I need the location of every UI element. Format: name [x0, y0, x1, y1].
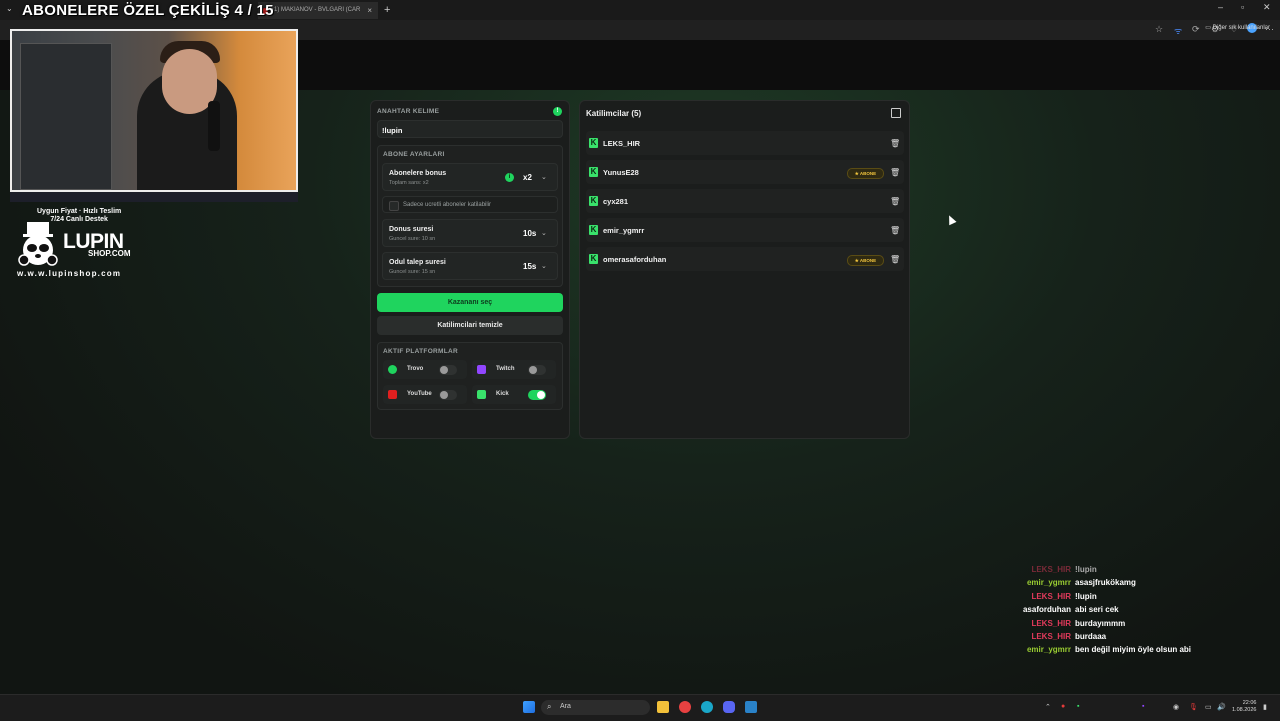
chevron-down-icon[interactable]: ⌄: [541, 262, 547, 270]
kick-icon: [477, 390, 486, 399]
clear-participants-button[interactable]: Katilimcilari temizle: [377, 316, 563, 335]
search-icon: ⌕: [547, 702, 552, 711]
participant-row: K emir_ygmrr 🗑: [586, 218, 904, 242]
trovo-toggle[interactable]: [439, 365, 457, 375]
chevron-down-icon[interactable]: ⌄: [541, 173, 547, 181]
kick-icon: K: [589, 138, 598, 148]
info-icon[interactable]: !: [553, 107, 562, 116]
spin-duration-row: Donus suresi Guncel sure: 10 sn 10s ⌄: [382, 219, 558, 247]
chat-message: emir_ygmrr asasjfrukökamg: [1026, 578, 1136, 588]
chat-message: LEKS_HIR !lupin: [1031, 565, 1097, 574]
keyword-input[interactable]: !lupin: [377, 120, 563, 138]
shelf-image: [20, 43, 112, 190]
kick-icon: K: [589, 254, 598, 264]
microphone: [208, 101, 220, 151]
platform-trovo: Trovo: [383, 360, 467, 379]
notification-icon[interactable]: ▮: [1263, 703, 1267, 711]
new-tab-button[interactable]: +: [380, 2, 396, 19]
discord-icon[interactable]: [723, 701, 735, 713]
trash-icon[interactable]: 🗑: [890, 226, 900, 235]
twitch-toggle[interactable]: [528, 365, 546, 375]
tray-app-icon[interactable]: ▪: [1142, 703, 1144, 710]
spin-duration-select[interactable]: 10s: [523, 229, 536, 238]
kick-icon: K: [589, 167, 598, 177]
participant-row: K cyx281 🗑: [586, 189, 904, 213]
webcam-strip: [10, 192, 298, 202]
kick-toggle[interactable]: [528, 390, 546, 400]
kick-icon: K: [589, 196, 598, 206]
chevron-down-icon[interactable]: ⌄: [541, 229, 547, 237]
star-icon[interactable]: ☆: [1155, 24, 1163, 35]
kick-icon: K: [589, 225, 598, 235]
copy-icon[interactable]: [891, 108, 901, 118]
folder-icon: ▭: [1205, 25, 1211, 31]
trash-icon[interactable]: 🗑: [890, 197, 900, 206]
chat-message: asaforduhan abi seri cek: [1022, 605, 1119, 615]
youtube-toggle[interactable]: [439, 390, 457, 400]
volume-icon[interactable]: 🔊: [1217, 703, 1226, 711]
trovo-icon: [388, 365, 397, 374]
chat-message: LEKS_HIR burdaaa: [1031, 632, 1107, 642]
platform-youtube: YouTube: [383, 385, 467, 404]
subscriber-badge: ★ ABONE: [847, 168, 884, 179]
telegram-icon[interactable]: [745, 701, 757, 713]
tab-list-chevron-icon[interactable]: ⌄: [6, 4, 13, 13]
minimize-icon[interactable]: –: [1218, 2, 1223, 12]
close-window-icon[interactable]: ✕: [1263, 2, 1271, 13]
participant-row: K omerasaforduhan ★ ABONE 🗑: [586, 247, 904, 271]
platform-kick: Kick: [472, 385, 556, 404]
paid-only-option[interactable]: Sadece ucretli aboneler katilabilir: [382, 196, 558, 213]
paid-only-checkbox[interactable]: [389, 201, 399, 211]
steam-icon[interactable]: ◉: [1173, 703, 1179, 711]
chat-message: emir_ygmrr ben değil miyim öyle olsun abi: [1026, 645, 1192, 655]
trash-icon[interactable]: 🗑: [890, 255, 900, 264]
tray-chevron-icon[interactable]: ⌃: [1045, 703, 1051, 711]
claim-duration-select[interactable]: 15s: [523, 262, 536, 271]
keyword-label: ANAHTAR KELIME: [377, 108, 440, 115]
pick-winner-button[interactable]: Kazananı seç: [377, 293, 563, 312]
refresh-icon[interactable]: ⟳: [1192, 24, 1200, 35]
sponsor-url: w.w.w.lupinshop.com: [17, 269, 122, 278]
sponsor-brand-sub: SHOP.COM: [88, 249, 131, 258]
platforms-label: AKTIF PLATFORMLAR: [383, 348, 459, 355]
giveaway-overlay-title: ABONELERE ÖZEL ÇEKİLİŞ 4 / 15: [22, 2, 274, 19]
youtube-icon: [388, 390, 397, 399]
chat-message: LEKS_HIR !lupin: [1031, 591, 1097, 601]
mic-icon[interactable]: 🎙: [1189, 703, 1198, 711]
trash-icon[interactable]: 🗑: [890, 168, 900, 177]
read-aloud-icon[interactable]: ᯤ: [1174, 24, 1182, 37]
platform-twitch: Twitch: [472, 360, 556, 379]
claim-duration-row: Odul talep suresi Guncel sure: 15 sn 15s…: [382, 252, 558, 280]
panda-logo-icon: [18, 222, 58, 266]
start-windows-icon[interactable]: [523, 701, 535, 713]
taskbar-search[interactable]: ⌕ Ara: [541, 700, 650, 715]
close-tab-icon[interactable]: ×: [367, 2, 372, 19]
participant-row: K YunusE28 ★ ABONE 🗑: [586, 160, 904, 184]
maximize-icon[interactable]: ▫: [1241, 2, 1244, 12]
subscriber-settings-label: ABONE AYARLARI: [383, 151, 445, 158]
webcam-feed: [10, 29, 298, 192]
bonus-info-icon[interactable]: i: [505, 173, 514, 182]
subscriber-bonus-row: Abonelere bonus Toplam sans: x2 i x2 ⌄: [382, 163, 558, 191]
bonus-select[interactable]: x2: [523, 173, 532, 182]
tray-app-icon[interactable]: ▪: [1077, 703, 1079, 710]
participant-row: K LEKS_HIR 🗑: [586, 131, 904, 155]
browser-tab[interactable]: (1) MAKIANOV - BVLGARI (CAR MUSIC) ×: [258, 2, 378, 30]
chrome-icon[interactable]: [679, 701, 691, 713]
participants-title: Katilimcilar (5): [586, 109, 642, 118]
taskbar-clock[interactable]: 22:06 1.08.2026: [1232, 700, 1256, 714]
chat-overlay: LEKS_HIR !lupin emir_ygmrr asasjfrukökamg …: [1000, 563, 1260, 657]
file-explorer-icon[interactable]: [657, 701, 669, 713]
twitch-icon: [477, 365, 486, 374]
edge-icon[interactable]: [701, 701, 713, 713]
subscriber-badge: ★ ABONE: [847, 255, 884, 266]
trash-icon[interactable]: 🗑: [890, 139, 900, 148]
chat-message: LEKS_HIR burdayımmm: [1031, 618, 1126, 628]
network-icon[interactable]: ▭: [1205, 703, 1212, 711]
other-bookmarks[interactable]: ▭ Diğer sık kullanılanlar: [1205, 24, 1270, 31]
record-icon[interactable]: ●: [1061, 703, 1065, 710]
